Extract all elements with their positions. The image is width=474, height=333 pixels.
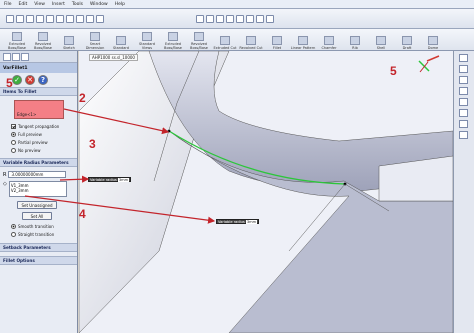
annotation-arrows: [24, 61, 429, 224]
step-marker-3: 3: [89, 137, 96, 151]
step-marker-5: 5: [390, 64, 397, 78]
step-marker-4: 4: [79, 207, 86, 221]
step-marker-2: 2: [79, 91, 86, 105]
step-marker-5: 5: [6, 76, 13, 90]
